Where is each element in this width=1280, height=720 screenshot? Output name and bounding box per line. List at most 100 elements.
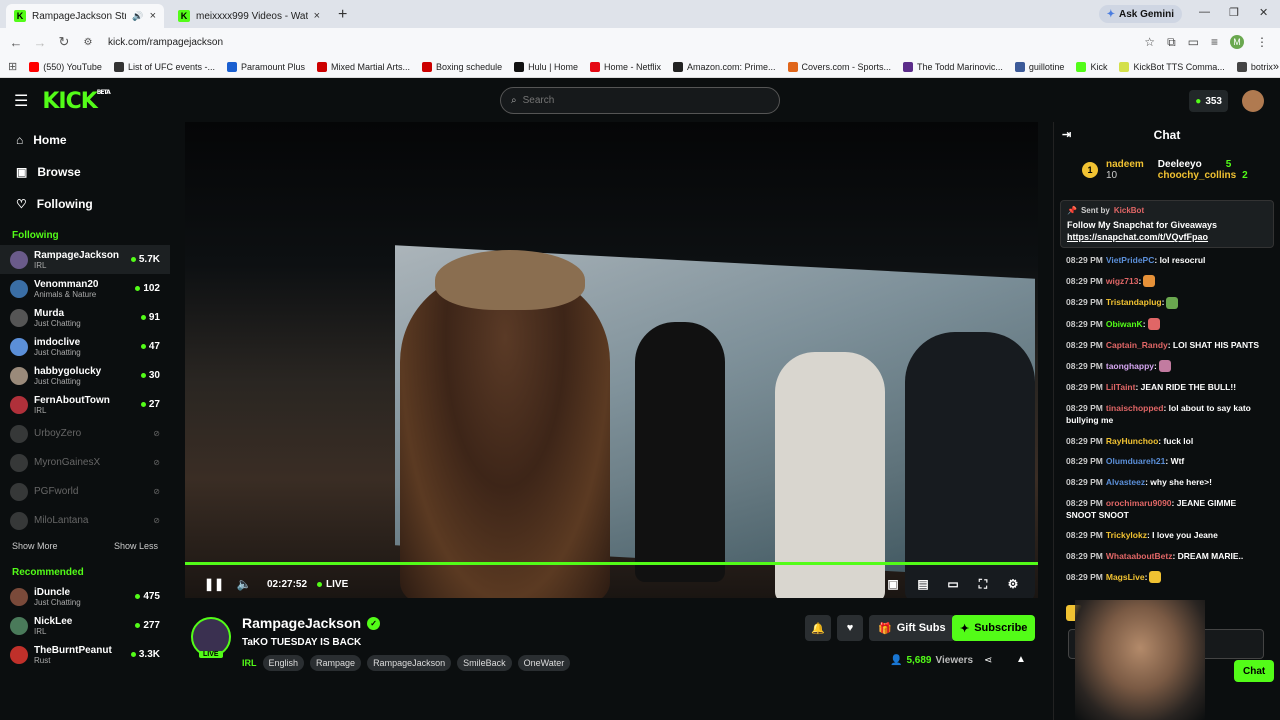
bookmark-item[interactable]: The Todd Marinovic... (903, 61, 1003, 72)
bookmark-item[interactable]: Paramount Plus (226, 61, 305, 72)
media-icon[interactable]: ≡ (1211, 35, 1218, 49)
message-username[interactable]: Tristandaplug (1106, 297, 1162, 307)
forward-icon[interactable]: → (28, 35, 52, 50)
stream-tag[interactable]: OneWater (517, 655, 571, 671)
stream-tag[interactable]: Rampage (310, 655, 362, 671)
search-input[interactable] (522, 95, 723, 106)
collapse-chat-icon[interactable]: ⇥ (1062, 128, 1071, 141)
minimize-icon[interactable]: — (1199, 6, 1210, 18)
close-tab-icon[interactable]: × (150, 10, 156, 22)
bookmark-item[interactable]: KickBot TTS Comma... (1119, 61, 1225, 72)
message-username[interactable]: LilTaint (1106, 382, 1136, 392)
more-bookmarks-icon[interactable]: » (1273, 61, 1279, 73)
kick-logo[interactable]: KICKBETA (42, 89, 110, 114)
settings-gear-icon[interactable]: ⚙ (998, 577, 1028, 592)
close-window-icon[interactable]: ✕ (1259, 6, 1268, 19)
message-username[interactable]: VietPridePC (1106, 255, 1155, 265)
stream-tag[interactable]: RampageJackson (367, 655, 452, 671)
clip-icon[interactable]: ▣ (878, 577, 908, 592)
follow-heart-button[interactable]: ♥ (837, 615, 863, 641)
new-tab-button[interactable]: + (338, 6, 347, 24)
pinned-link[interactable]: https://snapchat.com/t/VQvfFpao (1067, 232, 1267, 242)
message-username[interactable]: Alvasteez (1106, 477, 1145, 487)
video-progress-bar[interactable] (185, 562, 1038, 565)
notification-bell-button[interactable]: 🔔 (805, 615, 831, 641)
bookmark-star-icon[interactable]: ☆ (1144, 35, 1155, 49)
bookmark-item[interactable]: Covers.com - Sports... (787, 61, 891, 72)
video-player[interactable]: ❚❚ 🔈 02:27:52 LIVE ▣ ▤ ▭ ⛶ ⚙ (185, 122, 1038, 598)
report-icon[interactable]: ▲ (1016, 654, 1026, 665)
sidebar-channel-habbygolucky[interactable]: habbygolucky Just Chatting 30 (0, 361, 170, 390)
volume-icon[interactable]: 🔈 (229, 577, 259, 591)
message-username[interactable]: Trickylokz (1106, 530, 1147, 540)
pause-icon[interactable]: ❚❚ (199, 577, 229, 591)
sidebar-nav-home[interactable]: ⌂ Home (0, 124, 170, 156)
reload-icon[interactable]: ↻ (52, 34, 76, 50)
message-username[interactable]: taonghappy (1106, 361, 1154, 371)
bookmark-item[interactable]: Amazon.com: Prime... (672, 61, 776, 72)
sidebar-channel-rampagejackson[interactable]: RampageJackson IRL 5.7K (0, 245, 170, 274)
sidebar-channel-venomman20[interactable]: Venomman20 Animals & Nature 102 (0, 274, 170, 303)
bookmark-item[interactable]: Hulu | Home (514, 61, 578, 72)
bookmark-item[interactable]: (550) YouTube (29, 61, 102, 72)
sidebar-channel-pgfworld[interactable]: PGFworld ⊘ (0, 477, 170, 506)
ask-gemini-button[interactable]: ✦ Ask Gemini (1098, 5, 1182, 23)
message-username[interactable]: orochimaru9090 (1106, 498, 1172, 508)
kick-points-badge[interactable]: ● 353 (1189, 90, 1228, 112)
sidebar-channel-milolantana[interactable]: MiloLantana ⊘ (0, 506, 170, 535)
message-username[interactable]: Olumduareh21 (1106, 456, 1166, 466)
restore-icon[interactable]: ❐ (1229, 6, 1239, 19)
message-username[interactable]: Captain_Randy (1106, 340, 1168, 350)
sidebar-channel-iduncle[interactable]: iDuncle Just Chatting 475 (0, 582, 170, 611)
category-link[interactable]: IRL (242, 658, 257, 668)
bookmark-item[interactable]: Mixed Martial Arts... (317, 61, 410, 72)
close-tab-icon[interactable]: × (314, 10, 320, 22)
leader-name[interactable]: choochy_collins (1158, 170, 1236, 181)
browser-tab-kick[interactable]: K RampageJackson Stream - 🔊 × (6, 4, 164, 28)
bookmark-item[interactable]: Kick (1076, 61, 1107, 72)
share-icon[interactable]: ⋖ (984, 655, 992, 666)
fullscreen-icon[interactable]: ⛶ (968, 577, 998, 592)
gift-subs-button[interactable]: 🎁 Gift Subs (869, 615, 955, 641)
sidebar-channel-urboyzero[interactable]: UrboyZero ⊘ (0, 419, 170, 448)
apps-grid-icon[interactable]: ⊞ (8, 60, 17, 73)
sidebar-nav-browse[interactable]: ▣ Browse (0, 156, 170, 188)
channel-name[interactable]: RampageJackson (242, 615, 361, 631)
back-icon[interactable]: ← (4, 35, 28, 50)
menu-kebab-icon[interactable]: ⋮ (1256, 35, 1268, 49)
message-username[interactable]: WhataaboutBetz (1106, 551, 1173, 561)
url-field[interactable]: kick.com/rampagejackson (108, 37, 1144, 48)
theater-mode-icon[interactable]: ▭ (938, 577, 968, 592)
browser-tab-videos[interactable]: K meixxxx999 Videos - Watch On × (170, 4, 328, 28)
send-chat-button[interactable]: Chat (1234, 660, 1275, 682)
sidebar-channel-theburntpeanut[interactable]: TheBurntPeanut Rust 3.3K (0, 640, 170, 669)
leader-name[interactable]: nadeem (1106, 159, 1144, 170)
message-username[interactable]: RayHunchoo (1106, 436, 1158, 446)
sidebar-channel-fernabouttown[interactable]: FernAboutTown IRL 27 (0, 390, 170, 419)
speaker-icon[interactable]: 🔊 (132, 11, 143, 22)
stream-tag[interactable]: SmileBack (457, 655, 512, 671)
bookmark-item[interactable]: Home - Netflix (589, 61, 661, 72)
bookmark-item[interactable]: guillotine (1014, 61, 1064, 72)
sidebar-channel-imdoclive[interactable]: imdoclive Just Chatting 47 (0, 332, 170, 361)
miniplayer-icon[interactable]: ▤ (908, 577, 938, 592)
message-username[interactable]: MagsLive (1106, 572, 1145, 582)
leader-name[interactable]: Deeleeyo (1158, 159, 1202, 170)
site-info-icon[interactable]: ⚙ (76, 37, 100, 48)
message-username[interactable]: tinaischopped (1106, 403, 1164, 413)
hamburger-menu-icon[interactable]: ☰ (14, 91, 28, 111)
user-avatar[interactable] (1242, 90, 1264, 112)
search-box[interactable]: ⌕ (500, 87, 780, 114)
extensions-icon[interactable]: ⧉ (1167, 35, 1176, 50)
bookmark-item[interactable]: List of UFC events -... (113, 61, 215, 72)
stream-tag[interactable]: English (262, 655, 305, 671)
cast-icon[interactable]: ▭ (1188, 35, 1199, 49)
bot-name[interactable]: KickBot (1114, 206, 1144, 215)
show-more-button[interactable]: Show More (12, 541, 58, 551)
sidebar-channel-myrongainesx[interactable]: MyronGainesX ⊘ (0, 448, 170, 477)
profile-avatar[interactable]: M (1230, 35, 1244, 49)
sidebar-channel-murda[interactable]: Murda Just Chatting 91 (0, 303, 170, 332)
bookmark-item[interactable]: botrix (1236, 61, 1273, 72)
message-username[interactable]: wigz713 (1106, 276, 1139, 286)
subscribe-button[interactable]: ✦ Subscribe (952, 615, 1036, 641)
